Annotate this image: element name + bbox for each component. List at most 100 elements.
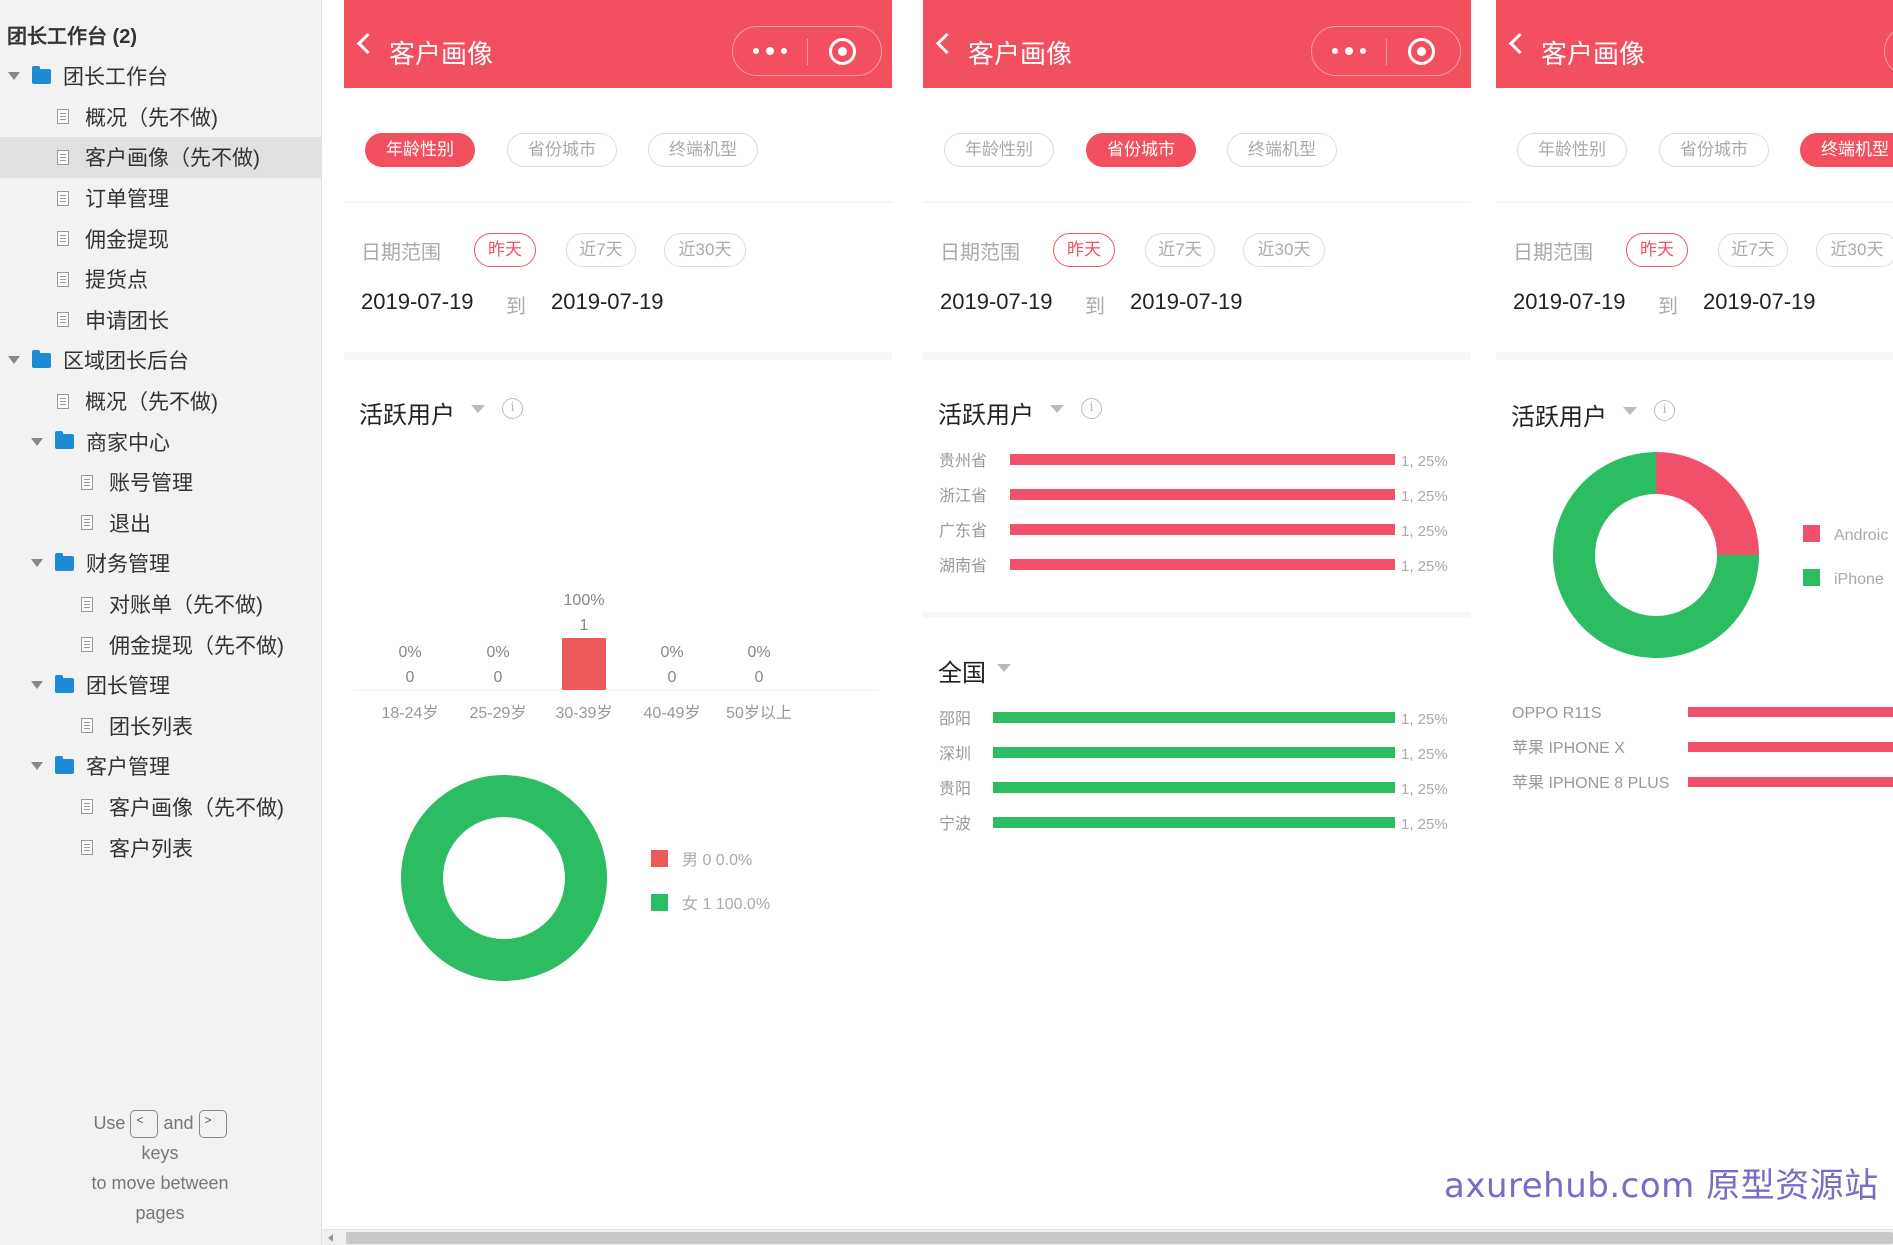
scroll-thumb[interactable] <box>346 1232 1893 1244</box>
chip-30days[interactable]: 近30天 <box>1816 233 1893 267</box>
chip-yesterday[interactable]: 昨天 <box>1626 233 1688 267</box>
date-from[interactable]: 2019-07-19 <box>1513 289 1626 315</box>
age-bar <box>562 638 606 690</box>
legend-label: Androic <box>1834 527 1888 544</box>
back-arrow-icon[interactable] <box>356 32 379 55</box>
folder-icon <box>55 552 74 571</box>
device-label: OPPO R11S <box>1512 705 1602 722</box>
date-to[interactable]: 2019-07-19 <box>1130 289 1243 315</box>
expand-arrow-icon[interactable] <box>8 72 20 81</box>
date-range-label: 日期范围 <box>1513 242 1593 264</box>
page-icon <box>81 799 93 815</box>
tab-age-gender[interactable]: 年龄性别 <box>944 133 1054 167</box>
folder-icon <box>32 349 51 368</box>
page-icon <box>81 718 93 734</box>
sitemap-item[interactable]: 账号管理 <box>0 462 321 503</box>
capsule-divider <box>807 39 808 65</box>
sitemap-item[interactable]: 退出 <box>0 503 321 544</box>
tab-province-city[interactable]: 省份城市 <box>1659 133 1769 167</box>
hbar <box>1010 489 1395 500</box>
close-target-icon[interactable] <box>829 38 856 65</box>
expand-arrow-icon[interactable] <box>31 437 43 446</box>
active-users-title: 活跃用户 <box>938 402 1034 429</box>
tab-age-gender[interactable]: 年龄性别 <box>365 133 475 167</box>
sitemap-item[interactable]: 佣金提现 <box>0 218 321 259</box>
sitemap-item[interactable]: 区域团长后台 <box>0 340 321 381</box>
sitemap-item[interactable]: 订单管理 <box>0 178 321 219</box>
sitemap-item[interactable]: 团长列表 <box>0 706 321 747</box>
back-arrow-icon[interactable] <box>1508 32 1531 55</box>
sitemap-item-label: 申请团长 <box>85 309 169 333</box>
tab-device-model[interactable]: 终端机型 <box>648 133 758 167</box>
nav-bar: 客户画像 <box>344 0 892 88</box>
more-dots-icon[interactable] <box>1332 45 1368 57</box>
tab-age-gender[interactable]: 年龄性别 <box>1517 133 1627 167</box>
tab-bar: 年龄性别 省份城市 终端机型 <box>923 88 1471 203</box>
sitemap-item[interactable]: 佣金提现（先不做) <box>0 624 321 665</box>
gender-donut-slice <box>401 775 607 981</box>
bar-percent-label: 0% <box>398 644 421 661</box>
sitemap-item[interactable]: 客户列表 <box>0 827 321 868</box>
sitemap-item[interactable]: 客户管理 <box>0 746 321 787</box>
sitemap-item[interactable]: 团长工作台 <box>0 56 321 97</box>
legend-swatch <box>651 850 668 867</box>
sitemap-item-label: 退出 <box>109 512 151 536</box>
chip-30days[interactable]: 近30天 <box>664 233 746 267</box>
date-from[interactable]: 2019-07-19 <box>361 289 474 315</box>
more-dots-icon[interactable] <box>753 45 789 57</box>
chip-yesterday[interactable]: 昨天 <box>474 233 536 267</box>
tab-device-model[interactable]: 终端机型 <box>1800 133 1893 167</box>
tab-province-city[interactable]: 省份城市 <box>507 133 617 167</box>
help-line2: to move between <box>91 1173 229 1194</box>
sitemap-item[interactable]: 客户画像（先不做) <box>0 787 321 828</box>
sitemap-item[interactable]: 提货点 <box>0 259 321 300</box>
capsule-divider <box>1386 39 1387 65</box>
chip-7days[interactable]: 近7天 <box>1718 233 1788 267</box>
sitemap-item[interactable]: 客户画像（先不做) <box>0 137 321 178</box>
province-bar-chart: 贵州省 1, 25% 浙江省 1, 25% 广东省 1, 25% 湖南省 1, 25% <box>939 452 1448 575</box>
dropdown-caret-icon[interactable] <box>1623 407 1637 415</box>
age-tick-label: 40-49岁 <box>644 704 701 722</box>
dropdown-caret-icon[interactable] <box>1050 405 1064 413</box>
category-label: 湖南省 <box>939 557 987 575</box>
dropdown-caret-icon[interactable] <box>471 405 485 413</box>
close-target-icon[interactable] <box>1408 38 1435 65</box>
sitemap-item[interactable]: 概况（先不做) <box>0 97 321 138</box>
sitemap-item[interactable]: 申请团长 <box>0 300 321 341</box>
tab-province-city[interactable]: 省份城市 <box>1086 133 1196 167</box>
page-icon <box>57 190 69 206</box>
bar-percent-label: 100% <box>564 592 605 609</box>
back-arrow-icon[interactable] <box>935 32 958 55</box>
dropdown-caret-icon[interactable] <box>997 664 1011 672</box>
sitemap-item[interactable]: 商家中心 <box>0 421 321 462</box>
watermark: axurehub.com 原型资源站 <box>1444 1166 1879 1206</box>
sitemap-item[interactable]: 团长管理 <box>0 665 321 706</box>
expand-arrow-icon[interactable] <box>31 681 43 690</box>
info-icon[interactable]: i <box>1081 398 1102 419</box>
scroll-left-icon[interactable] <box>328 1234 333 1242</box>
info-icon[interactable]: i <box>502 398 523 419</box>
date-to[interactable]: 2019-07-19 <box>551 289 664 315</box>
hbar <box>1010 559 1395 570</box>
date-from[interactable]: 2019-07-19 <box>940 289 1053 315</box>
expand-arrow-icon[interactable] <box>31 762 43 771</box>
sitemap-item[interactable]: 财务管理 <box>0 543 321 584</box>
horizontal-scrollbar[interactable] <box>322 1229 1893 1245</box>
expand-arrow-icon[interactable] <box>31 559 43 568</box>
legend-label: 女 1 100.0% <box>682 894 770 913</box>
sitemap-item-label: 区域团长后台 <box>63 350 189 374</box>
expand-arrow-icon[interactable] <box>8 356 20 365</box>
sitemap-item[interactable]: 对账单（先不做) <box>0 584 321 625</box>
hbar <box>993 817 1395 828</box>
tab-device-model[interactable]: 终端机型 <box>1227 133 1337 167</box>
chip-7days[interactable]: 近7天 <box>566 233 636 267</box>
chip-30days[interactable]: 近30天 <box>1243 233 1325 267</box>
chip-7days[interactable]: 近7天 <box>1145 233 1215 267</box>
sitemap-item-label: 团长列表 <box>109 715 193 739</box>
legend-label: 男 0 0.0% <box>682 852 752 869</box>
legend-label: iPhone <box>1834 571 1884 588</box>
chip-yesterday[interactable]: 昨天 <box>1053 233 1115 267</box>
info-icon[interactable]: i <box>1654 400 1675 421</box>
date-to[interactable]: 2019-07-19 <box>1703 289 1816 315</box>
sitemap-item[interactable]: 概况（先不做) <box>0 381 321 422</box>
